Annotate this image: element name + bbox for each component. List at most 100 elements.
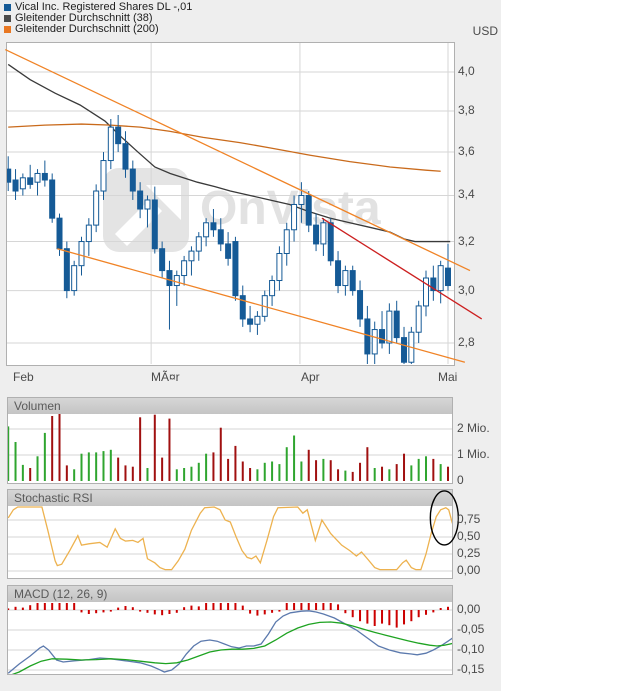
ma200-label: Gleitender Durchschnitt (200) xyxy=(15,23,159,35)
macd-histogram-bar xyxy=(8,608,9,610)
candle xyxy=(387,311,392,343)
volume-bar xyxy=(66,465,68,481)
macd-histogram-bar xyxy=(205,603,207,610)
volume-bar xyxy=(249,468,251,481)
macd-histogram-bar xyxy=(410,610,412,621)
volume-bar xyxy=(124,465,126,481)
candle xyxy=(380,330,385,343)
volume-bar xyxy=(396,464,398,481)
volume-bar xyxy=(388,469,390,481)
macd-histogram-bar xyxy=(117,608,119,610)
candle xyxy=(211,223,216,230)
stochastic-tick-label: 0,75 xyxy=(457,512,480,526)
candle xyxy=(438,266,443,291)
macd-histogram-bar xyxy=(300,603,302,610)
macd-histogram-bar xyxy=(168,610,170,614)
volume-bar xyxy=(293,436,295,482)
macd-histogram-bar xyxy=(388,610,390,625)
ma38-color-swatch-icon xyxy=(4,15,11,22)
volume-bar xyxy=(190,467,192,481)
candle xyxy=(152,200,157,249)
macd-histogram-bar xyxy=(15,607,17,610)
volume-bar xyxy=(59,414,61,481)
legend-item-ma200: Gleitender Durchschnitt (200) xyxy=(4,24,159,35)
volume-bar xyxy=(315,460,317,481)
candle xyxy=(50,180,55,218)
candle xyxy=(108,127,113,160)
macd-histogram-bar xyxy=(37,603,39,610)
macd-histogram-bar xyxy=(352,610,354,617)
macd-histogram-bar xyxy=(256,610,258,616)
macd-histogram-bar xyxy=(220,603,222,610)
candle xyxy=(240,296,245,319)
volume-bar xyxy=(88,452,90,481)
candle xyxy=(328,223,333,261)
price-tick-label: 3,4 xyxy=(458,187,475,201)
volume-tick-label: 0 xyxy=(457,473,464,487)
macd-histogram-bar xyxy=(359,610,361,621)
volume-panel-header: Volumen xyxy=(8,398,452,414)
stochastic-chart xyxy=(8,506,452,578)
macd-histogram-bar xyxy=(183,607,185,610)
volume-bar xyxy=(146,468,148,481)
macd-histogram-bar xyxy=(190,606,192,610)
candle xyxy=(130,169,135,191)
price-tick-label: 3,8 xyxy=(458,103,475,117)
candle xyxy=(72,266,77,291)
candle xyxy=(64,249,69,291)
candle xyxy=(123,144,128,169)
macd-histogram-bar xyxy=(146,610,148,613)
volume-bar xyxy=(220,428,222,481)
price-axis-unit: USD xyxy=(458,24,498,38)
volume-bar xyxy=(227,459,229,481)
candle xyxy=(358,291,363,319)
candle xyxy=(292,204,297,229)
macd-histogram-bar xyxy=(366,610,368,624)
volume-bar xyxy=(154,415,156,481)
macd-histogram-bar xyxy=(59,603,61,610)
macd-tick-label: 0,00 xyxy=(457,602,480,616)
ma200-color-swatch-icon xyxy=(4,26,11,33)
macd-panel-header: MACD (12, 26, 9) xyxy=(8,586,452,602)
volume-bar xyxy=(432,459,434,481)
macd-histogram-bar xyxy=(22,608,24,610)
macd-tick-label: -0,15 xyxy=(457,662,484,676)
volume-bar xyxy=(168,419,170,481)
macd-histogram-bar xyxy=(374,610,376,626)
volume-bar xyxy=(352,472,354,481)
volume-bar xyxy=(110,450,112,481)
macd-histogram-bar xyxy=(124,606,126,610)
candle xyxy=(116,127,121,144)
volume-bar xyxy=(117,458,119,481)
volume-bar xyxy=(205,454,207,481)
volume-bar xyxy=(132,467,134,481)
volume-bar xyxy=(403,454,405,481)
volume-bar xyxy=(73,469,75,481)
volume-bar xyxy=(102,451,104,481)
candle xyxy=(145,200,150,209)
volume-chart xyxy=(8,414,452,483)
macd-histogram-bar xyxy=(154,610,156,614)
macd-histogram-bar xyxy=(293,603,295,610)
macd-histogram-bar xyxy=(432,610,434,612)
volume-bar xyxy=(330,460,332,481)
month-tick-label: Mai xyxy=(438,370,457,384)
volume-bar xyxy=(344,471,346,481)
candle xyxy=(226,244,231,258)
stochastic-panel-header: Stochastic RSI xyxy=(8,490,452,506)
volume-bar xyxy=(176,469,178,481)
macd-histogram-bar xyxy=(176,610,178,613)
volume-bar xyxy=(198,463,200,481)
macd-histogram-bar xyxy=(139,610,141,612)
stochastic-tick-label: 0,25 xyxy=(457,546,480,560)
macd-histogram-bar xyxy=(73,603,75,610)
candle xyxy=(321,223,326,244)
candle xyxy=(402,338,407,363)
macd-histogram-bar xyxy=(322,603,324,610)
candle xyxy=(255,316,260,324)
candle xyxy=(13,180,18,191)
volume-bar xyxy=(440,464,442,481)
candle xyxy=(204,223,209,237)
volume-bar xyxy=(139,417,141,481)
volume-bar xyxy=(374,468,376,481)
